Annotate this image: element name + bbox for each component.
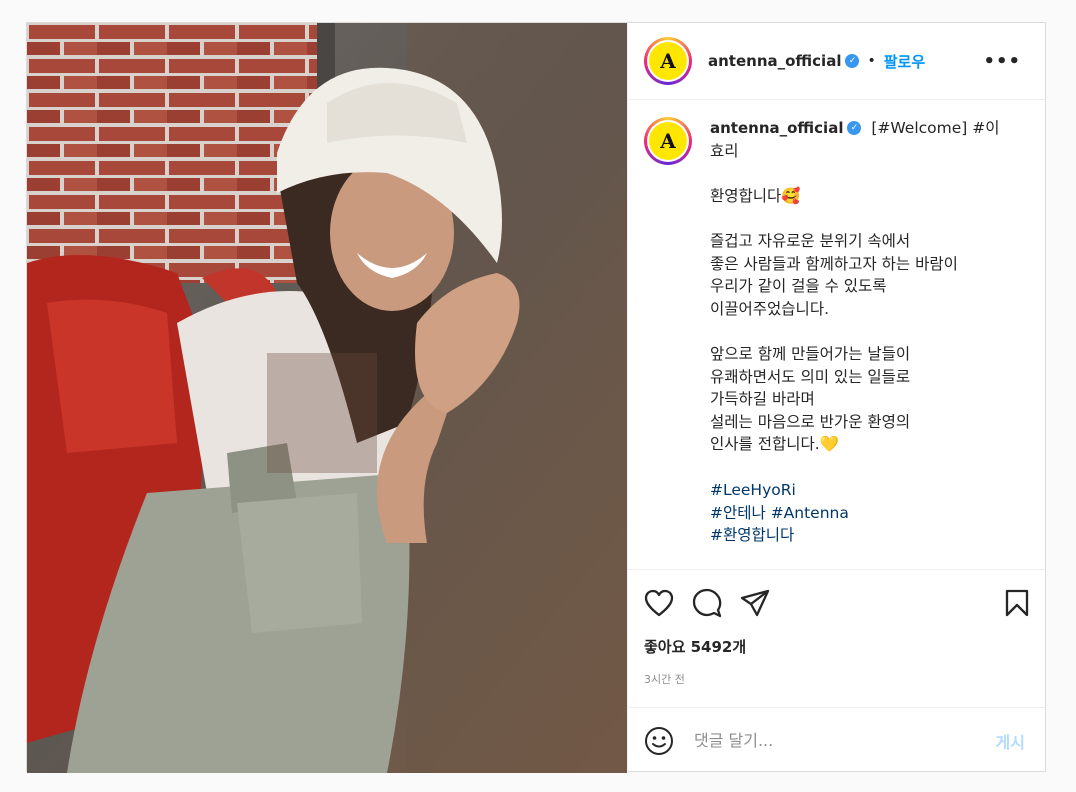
- emoji-icon[interactable]: [644, 726, 674, 756]
- hashtag-link[interactable]: #안테나 #Antenna: [710, 502, 1010, 525]
- caption-area: A antenna_official ✓ [#Welcome] #이효리 환영합니…: [628, 100, 1045, 569]
- comment-icon[interactable]: [692, 588, 722, 618]
- verified-badge-icon: ✓: [847, 120, 862, 135]
- post-photo[interactable]: [27, 23, 627, 773]
- post-timestamp[interactable]: 3시간 전: [644, 671, 1029, 687]
- post-header: A antenna_official ✓ • 팔로우 •••: [628, 23, 1045, 100]
- bookmark-icon[interactable]: [1005, 589, 1029, 617]
- post-photo-image: [27, 23, 627, 773]
- post-comment-button[interactable]: 게시: [996, 729, 1025, 753]
- comment-bar: 게시: [628, 707, 1045, 773]
- verified-badge-icon: ✓: [845, 53, 860, 68]
- caption-username-text: antenna_official: [710, 119, 844, 137]
- caption-text: [#Welcome] #이효리 환영합니다🥰 즐겁고 자유로운 분위기 속에서 …: [710, 119, 1000, 454]
- caption-username-link[interactable]: antenna_official ✓: [710, 119, 862, 137]
- hashtag-link[interactable]: #환영합니다: [710, 524, 1010, 547]
- share-icon[interactable]: [740, 589, 770, 617]
- post-actions: 좋아요 5492개 3시간 전: [628, 569, 1045, 707]
- caption-avatar[interactable]: A: [644, 117, 692, 165]
- separator-dot: •: [867, 53, 876, 69]
- likes-count[interactable]: 좋아요 5492개: [644, 636, 1029, 657]
- avatar-logo: A: [649, 122, 687, 160]
- heart-icon[interactable]: [644, 589, 674, 617]
- action-icons: [644, 570, 1029, 636]
- comment-input[interactable]: [694, 731, 996, 750]
- avatar-logo: A: [649, 42, 687, 80]
- caption-body: antenna_official ✓ [#Welcome] #이효리 환영합니다🥰…: [710, 117, 1010, 569]
- more-options-icon[interactable]: •••: [975, 51, 1029, 72]
- username-link[interactable]: antenna_official ✓: [708, 52, 860, 70]
- post-side-panel: A antenna_official ✓ • 팔로우 ••• A antenna_…: [627, 23, 1045, 773]
- profile-avatar[interactable]: A: [644, 37, 692, 85]
- follow-button[interactable]: 팔로우: [884, 51, 925, 72]
- hashtag-link[interactable]: #LeeHyoRi: [710, 479, 1010, 502]
- instagram-post: A antenna_official ✓ • 팔로우 ••• A antenna_…: [26, 22, 1046, 773]
- username-text: antenna_official: [708, 52, 842, 70]
